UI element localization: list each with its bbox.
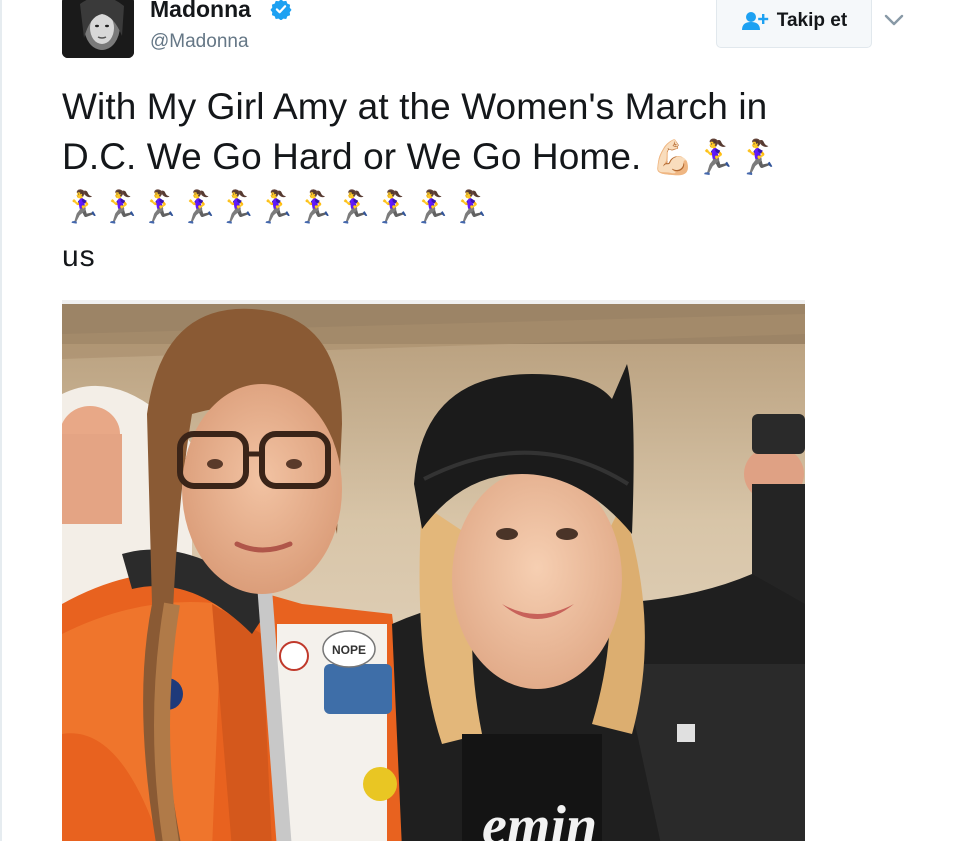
tweet-photo[interactable]: NOPE emin	[62, 300, 805, 841]
photo-two-women-at-march: NOPE emin	[62, 304, 805, 841]
nope-badge-text: NOPE	[332, 643, 366, 657]
tweet-text-line-2: D.C. We Go Hard or We Go Home. 💪🏻🏃‍♀🏃‍♀	[62, 132, 922, 182]
emoji-sequence-muscle-running-women: 💪🏻🏃‍♀🏃‍♀	[651, 139, 780, 177]
left-border	[0, 0, 2, 841]
emoji-sequence-running-women: 🏃‍♀🏃‍♀🏃‍♀🏃‍♀🏃‍♀🏃‍♀🏃‍♀🏃‍♀🏃‍♀🏃‍♀🏃‍♀	[62, 189, 490, 225]
tweet-text-line-1: With My Girl Amy at the Women's March in	[62, 86, 768, 127]
tweet-text-line-2-words: D.C. We Go Hard or We Go Home.	[62, 136, 642, 177]
follow-button[interactable]: Takip et	[716, 0, 872, 48]
tweet-text-line-4: us	[62, 240, 96, 273]
chevron-down-icon[interactable]	[882, 10, 906, 30]
verified-badge-icon	[270, 0, 292, 20]
shirt-text: emin	[482, 795, 597, 841]
avatar[interactable]	[62, 0, 134, 58]
tweet-text: With My Girl Amy at the Women's March in…	[62, 82, 922, 282]
author-display-name[interactable]: Madonna	[150, 0, 251, 24]
author-screen-name[interactable]: @Madonna	[150, 30, 249, 54]
avatar-portrait-image	[62, 0, 134, 58]
follow-button-label: Takip et	[776, 10, 848, 31]
follow-user-plus-icon	[741, 12, 768, 30]
